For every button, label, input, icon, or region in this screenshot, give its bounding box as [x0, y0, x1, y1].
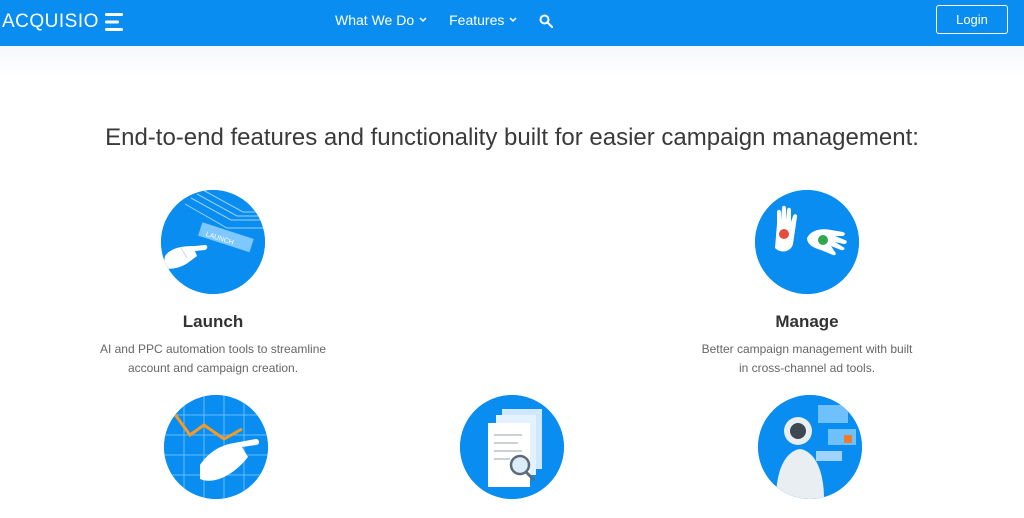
chart-hand-icon: [164, 395, 268, 499]
main-nav: What We Do Features: [335, 12, 554, 28]
feature-launch-title: Launch: [182, 312, 244, 331]
nav-features-label: Features: [449, 12, 505, 28]
feature-manage-desc-line-2: in cross-channel ad tools.: [738, 361, 876, 375]
report-icon: [460, 395, 564, 499]
chevron-down-icon: [419, 17, 427, 23]
page-headline: End-to-end features and functionality bu…: [105, 124, 919, 151]
robot-icon: [758, 395, 862, 499]
launch-icon: LAUNCH: [161, 190, 265, 294]
feature-manage: Manage Better campaign management with b…: [687, 190, 927, 378]
nav-what-we-do-label: What We Do: [335, 12, 415, 28]
feature-launch-desc-line-1: AI and PPC automation tools to streamlin…: [99, 342, 327, 356]
automate-illustration: [758, 395, 862, 499]
nav-what-we-do[interactable]: What We Do: [335, 12, 427, 28]
feature-launch-desc-line-2: account and campaign creation.: [127, 361, 299, 375]
feature-launch: LAUNCH Launch AI and PPC automation tool…: [93, 190, 333, 378]
feature-automate: [755, 395, 865, 499]
login-button[interactable]: Login: [936, 5, 1008, 34]
feature-launch-description: AI and PPC automation tools to streamlin…: [93, 340, 333, 378]
feature-manage-desc-line-1: Better campaign management with built: [701, 342, 913, 356]
report-illustration: [460, 395, 564, 499]
search-icon[interactable]: [539, 14, 554, 28]
feature-manage-title: Manage: [775, 312, 839, 331]
manage-illustration: [755, 190, 859, 294]
optimize-illustration: [164, 395, 268, 499]
nav-features[interactable]: Features: [449, 12, 517, 28]
acquisio-logo[interactable]: ACQUISIO: [2, 9, 131, 35]
chevron-down-icon: [509, 17, 517, 23]
feature-report: [457, 395, 567, 499]
launch-illustration: LAUNCH: [161, 190, 265, 294]
header-shadow-band: [0, 46, 1024, 76]
top-navigation-bar: ACQUISIO What We Do Features Login: [0, 0, 1024, 46]
logo-text: ACQUISIO: [2, 11, 99, 32]
logo-menu-icon: [104, 13, 123, 31]
feature-optimize: [161, 395, 271, 499]
feature-manage-description: Better campaign management with built in…: [687, 340, 927, 378]
manage-icon: [755, 190, 859, 294]
